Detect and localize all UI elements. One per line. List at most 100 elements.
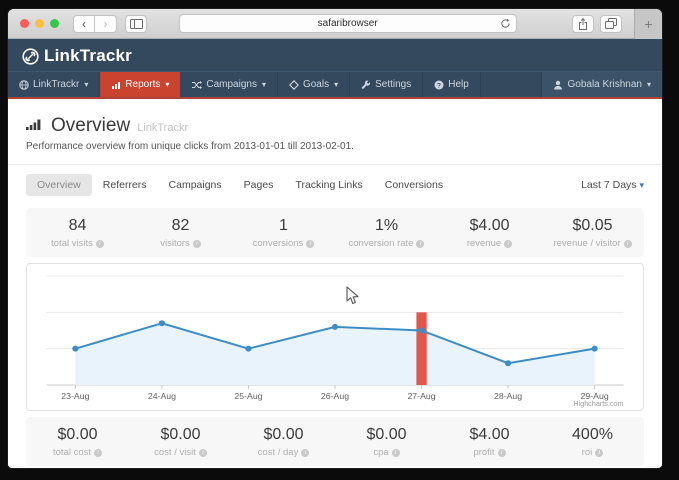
stat-profit: $4.00 profiti [438, 426, 541, 458]
address-text: safaribrowser [180, 18, 516, 29]
tab-overview-icon[interactable] [600, 15, 622, 33]
tab-pages[interactable]: Pages [233, 174, 285, 196]
info-icon[interactable]: i [624, 240, 632, 248]
stat-value: 1 [232, 217, 335, 235]
main-menu: LinkTrackr ▾ Reports ▾ Campaigns ▾ Goals… [8, 71, 662, 99]
info-icon[interactable]: i [301, 449, 309, 457]
back-button[interactable]: ‹ [73, 15, 95, 33]
help-icon: ? [434, 80, 444, 90]
menu-item-help[interactable]: ? Help [423, 72, 481, 97]
page-description: Performance overview from unique clicks … [26, 141, 644, 152]
visits-chart[interactable]: 23-Aug24-Aug25-Aug26-Aug27-Aug28-Aug29-A… [26, 263, 644, 411]
stat-roi: 400% roii [541, 426, 644, 458]
info-icon[interactable]: i [94, 449, 102, 457]
stat-cost-visit: $0.00 cost / visiti [129, 426, 232, 458]
stat-label: total costi [26, 447, 129, 458]
highcharts-area-chart[interactable]: 23-Aug24-Aug25-Aug26-Aug27-Aug28-Aug29-A… [28, 265, 642, 409]
new-tab-icon[interactable]: + [634, 9, 662, 39]
app-navbar: LinkTrackr LinkTrackr ▾ Reports ▾ Campai… [8, 39, 662, 99]
info-icon[interactable]: i [96, 240, 104, 248]
info-icon[interactable]: i [306, 240, 314, 248]
page-header: Overview LinkTrackr Performance overview… [8, 99, 662, 165]
diamond-icon [289, 80, 299, 90]
address-bar[interactable]: safaribrowser [179, 14, 517, 33]
stat-value: 82 [129, 217, 232, 235]
globe-icon [19, 80, 29, 90]
stat-value: $4.00 [438, 426, 541, 444]
info-icon[interactable]: i [199, 449, 207, 457]
minimize-window-button[interactable] [35, 19, 44, 28]
stat-label: cpai [335, 447, 438, 458]
stat-label: profiti [438, 447, 541, 458]
bar-chart-icon [111, 80, 121, 90]
user-menu[interactable]: Gobala Krishnan ▾ [541, 72, 662, 97]
traffic-lights [20, 19, 59, 28]
stat-label: visitorsi [129, 238, 232, 249]
tab-overview[interactable]: Overview [26, 174, 92, 196]
stat-total-cost: $0.00 total costi [26, 426, 129, 458]
stat-cost-day: $0.00 cost / dayi [232, 426, 335, 458]
logo-text[interactable]: LinkTrackr [44, 46, 132, 66]
chevron-down-icon: ▾ [639, 180, 644, 190]
safari-window: ‹ › safaribrowser + [8, 9, 662, 468]
tab-referrers[interactable]: Referrers [92, 174, 158, 196]
chevron-down-icon: ▾ [262, 80, 266, 89]
stat-revenue-visitor: $0.05 revenue / visitori [541, 217, 644, 249]
stat-conversions: 1conversionsi [232, 217, 335, 249]
page-content: Overview LinkTrackr Performance overview… [8, 99, 662, 466]
forward-button[interactable]: › [95, 15, 117, 33]
stat-value: $0.00 [129, 426, 232, 444]
stat-value: 1% [335, 217, 438, 235]
menu-item-campaigns[interactable]: Campaigns ▾ [180, 72, 278, 97]
stat-label: roii [541, 447, 644, 458]
stat-label: cost / visiti [129, 447, 232, 458]
stat-value: $4.00 [438, 217, 541, 235]
info-icon[interactable]: i [392, 449, 400, 457]
chevron-down-icon: ▾ [334, 80, 338, 89]
stat-label: revenue / visitori [541, 238, 644, 249]
stat-label: revenuei [438, 238, 541, 249]
stat-visitors: 82 visitorsi [129, 217, 232, 249]
sidebar-icon[interactable] [125, 15, 147, 33]
period-dropdown[interactable]: Last 7 Days ▾ [581, 179, 644, 191]
stat-value: 84 [26, 217, 129, 235]
stat-value: $0.00 [26, 426, 129, 444]
overview-chart-icon [26, 116, 44, 131]
stats-row-bottom: $0.00total costi$0.00cost / visiti$0.00c… [26, 417, 644, 466]
menu-item-linktrackr[interactable]: LinkTrackr ▾ [8, 72, 100, 97]
tab-conversions[interactable]: Conversions [374, 174, 454, 196]
svg-text:27-Aug: 27-Aug [407, 391, 435, 401]
stat-value: $0.00 [232, 426, 335, 444]
page-title: Overview [51, 115, 130, 137]
stat-value: $0.05 [541, 217, 644, 235]
info-icon[interactable]: i [504, 240, 512, 248]
share-icon[interactable] [572, 15, 594, 33]
tab-campaigns[interactable]: Campaigns [158, 174, 233, 196]
svg-text:Highcharts.com: Highcharts.com [573, 400, 623, 408]
stat-conversion-rate: 1%conversion ratei [335, 217, 438, 249]
svg-text:26-Aug: 26-Aug [321, 391, 349, 401]
menu-item-settings[interactable]: Settings [350, 72, 423, 97]
svg-text:24-Aug: 24-Aug [148, 391, 176, 401]
stat-value: 400% [541, 426, 644, 444]
info-icon[interactable]: i [193, 240, 201, 248]
tab-tracking-links[interactable]: Tracking Links [284, 174, 373, 196]
stat-cpa: $0.00cpai [335, 426, 438, 458]
reload-icon[interactable] [500, 18, 511, 29]
stat-label: total visitsi [26, 238, 129, 249]
info-icon[interactable]: i [416, 240, 424, 248]
zoom-window-button[interactable] [50, 19, 59, 28]
wrench-icon [361, 80, 371, 90]
menu-item-goals[interactable]: Goals ▾ [278, 72, 350, 97]
info-icon[interactable]: i [595, 449, 603, 457]
chevron-down-icon: ▾ [165, 80, 169, 89]
svg-text:28-Aug: 28-Aug [494, 391, 522, 401]
shuffle-icon [191, 80, 202, 90]
close-window-button[interactable] [20, 19, 29, 28]
tabs-bar: Overview Referrers Campaigns Pages Track… [8, 165, 662, 202]
menu-item-reports[interactable]: Reports ▾ [100, 72, 180, 97]
page-title-brand: LinkTrackr [137, 122, 188, 134]
user-icon [553, 80, 563, 90]
info-icon[interactable]: i [498, 449, 506, 457]
stat-label: cost / dayi [232, 447, 335, 458]
